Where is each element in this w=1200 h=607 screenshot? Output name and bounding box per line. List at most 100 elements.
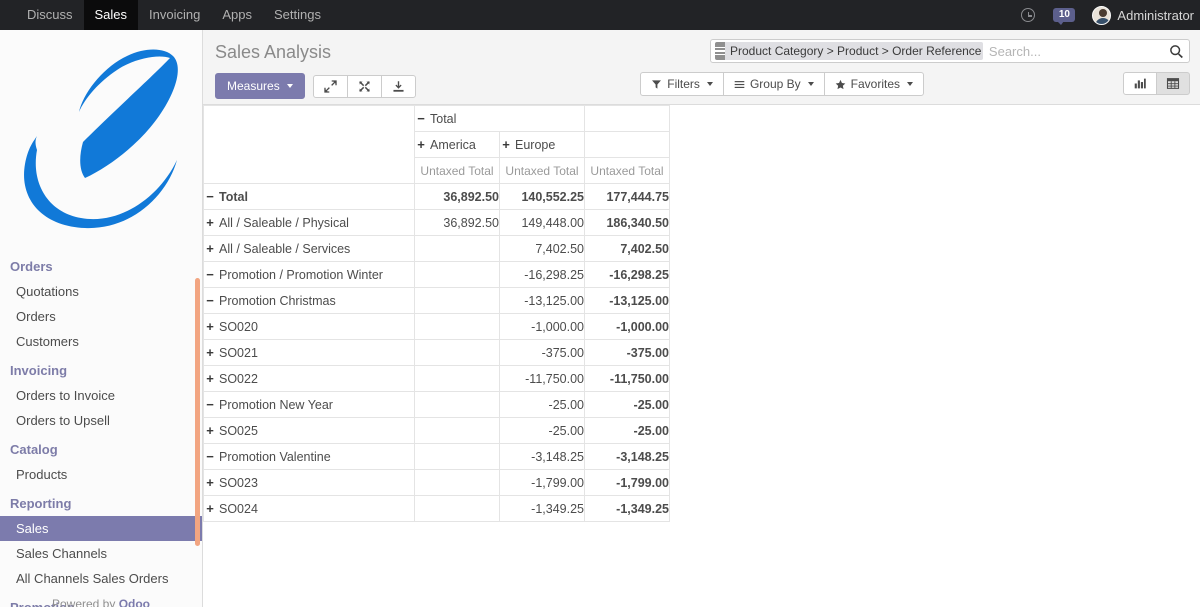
avatar xyxy=(1092,5,1112,25)
table-row[interactable]: − Promotion New Year -25.00 -25.00 xyxy=(203,391,670,418)
expand-toggle-icon[interactable]: + xyxy=(204,345,216,360)
nav-item-apps[interactable]: Apps xyxy=(211,0,263,30)
nav-item-discuss[interactable]: Discuss xyxy=(16,0,84,30)
cell-total: -375.00 xyxy=(584,339,670,366)
filters-button[interactable]: Filters xyxy=(640,72,724,96)
pivot-table: − Total + America + Europe Untaxed Total… xyxy=(203,105,670,522)
sidebar-scrollbar[interactable] xyxy=(195,278,200,546)
cell-america xyxy=(414,417,500,444)
table-row[interactable]: + SO024 -1,349.25 -1,349.25 xyxy=(203,495,670,522)
collapse-toggle-icon[interactable]: − xyxy=(204,449,216,464)
row-header[interactable]: − Promotion New Year xyxy=(203,391,415,418)
table-row[interactable]: + SO025 -25.00 -25.00 xyxy=(203,417,670,444)
sidebar-section-catalog: Catalog xyxy=(10,442,58,457)
user-menu[interactable]: Administrator xyxy=(1084,0,1200,30)
cell-europe: -1,000.00 xyxy=(499,313,585,340)
row-header[interactable]: + SO021 xyxy=(203,339,415,366)
search-bar[interactable]: Product Category > Product > Order Refer… xyxy=(710,39,1190,63)
sidebar-item-orders[interactable]: Orders xyxy=(0,304,202,329)
sidebar-item-orders-to-invoice[interactable]: Orders to Invoice xyxy=(0,383,202,408)
pivot-table-container: − Total + America + Europe Untaxed Total… xyxy=(203,105,1200,522)
nav-item-invoicing[interactable]: Invoicing xyxy=(138,0,211,30)
cell-total: -1,000.00 xyxy=(584,313,670,340)
app-logo[interactable] xyxy=(0,30,202,248)
nav-item-sales[interactable]: Sales xyxy=(83,0,139,30)
expand-toggle-icon[interactable]: + xyxy=(500,137,512,152)
favorites-button[interactable]: Favorites xyxy=(823,72,924,96)
activity-clock-button[interactable] xyxy=(1012,0,1044,30)
table-row[interactable]: + SO021 -375.00 -375.00 xyxy=(203,339,670,366)
expand-toggle-icon[interactable]: + xyxy=(204,319,216,334)
table-row[interactable]: + All / Saleable / Physical 36,892.50 149… xyxy=(203,209,670,236)
cell-total: -1,799.00 xyxy=(584,469,670,496)
cell-europe: -1,349.25 xyxy=(499,495,585,522)
row-header[interactable]: + SO020 xyxy=(203,313,415,340)
row-header[interactable]: − Total xyxy=(203,183,415,210)
collapse-toggle-icon[interactable]: − xyxy=(415,111,427,126)
table-row[interactable]: − Promotion Christmas -13,125.00 -13,125.… xyxy=(203,287,670,314)
measure-header-america: Untaxed Total xyxy=(414,157,500,184)
table-row[interactable]: + SO020 -1,000.00 -1,000.00 xyxy=(203,313,670,340)
collapse-toggle-icon[interactable]: − xyxy=(204,189,216,204)
messages-button[interactable]: 10 xyxy=(1044,0,1084,30)
pivot-toolbar: Measures xyxy=(215,73,416,99)
expand-toggle-icon[interactable]: + xyxy=(415,137,427,152)
table-row[interactable]: − Total 36,892.50 140,552.25 177,444.75 xyxy=(203,183,670,210)
expand-toggle-icon[interactable]: + xyxy=(204,475,216,490)
expand-toggle-icon[interactable]: + xyxy=(204,241,216,256)
download-xlsx-button[interactable] xyxy=(380,74,416,98)
expand-toggle-icon[interactable]: + xyxy=(204,371,216,386)
sidebar-nav-list: Orders Quotations Orders Customers Invoi… xyxy=(0,248,202,607)
expand-toggle-icon[interactable]: + xyxy=(204,501,216,516)
navbar-right-tools: 10 Administrator xyxy=(1012,0,1200,30)
row-header[interactable]: − Promotion Valentine xyxy=(203,443,415,470)
collapse-all-button[interactable] xyxy=(346,74,382,98)
table-row[interactable]: − Promotion / Promotion Winter -16,298.25… xyxy=(203,261,670,288)
cell-europe: -25.00 xyxy=(499,391,585,418)
star-icon xyxy=(835,79,845,89)
search-input[interactable] xyxy=(982,42,1167,60)
search-icon[interactable] xyxy=(1167,44,1187,59)
user-name: Administrator xyxy=(1117,7,1194,23)
row-header[interactable]: + All / Saleable / Physical xyxy=(203,209,415,236)
pivot-view-button[interactable] xyxy=(1156,72,1190,95)
expand-toggle-icon[interactable]: + xyxy=(204,423,216,438)
column-header-europe[interactable]: + Europe xyxy=(499,131,585,158)
column-group-total[interactable]: − Total xyxy=(414,105,585,132)
table-row[interactable]: + SO022 -11,750.00 -11,750.00 xyxy=(203,365,670,392)
row-header[interactable]: − Promotion / Promotion Winter xyxy=(203,261,415,288)
sidebar-item-customers[interactable]: Customers xyxy=(0,329,202,354)
cell-total: 186,340.50 xyxy=(584,209,670,236)
graph-view-button[interactable] xyxy=(1123,72,1157,95)
measures-button[interactable]: Measures xyxy=(215,73,305,99)
nav-item-settings[interactable]: Settings xyxy=(263,0,332,30)
row-header[interactable]: + SO022 xyxy=(203,365,415,392)
row-header[interactable]: − Promotion Christmas xyxy=(203,287,415,314)
search-facet[interactable]: Product Category > Product > Order Refer… xyxy=(715,42,983,60)
cell-europe: 140,552.25 xyxy=(499,183,585,210)
sidebar-item-quotations[interactable]: Quotations xyxy=(0,279,202,304)
collapse-toggle-icon[interactable]: − xyxy=(204,397,216,412)
expand-toggle-icon[interactable]: + xyxy=(204,215,216,230)
collapse-toggle-icon[interactable]: − xyxy=(204,293,216,308)
table-row[interactable]: + All / Saleable / Services 7,402.50 7,40… xyxy=(203,235,670,262)
sidebar-item-sales[interactable]: Sales xyxy=(0,516,202,541)
cell-total: -11,750.00 xyxy=(584,365,670,392)
sidebar-item-orders-to-upsell[interactable]: Orders to Upsell xyxy=(0,408,202,433)
row-header[interactable]: + SO024 xyxy=(203,495,415,522)
collapse-all-icon xyxy=(358,80,370,92)
sidebar-item-all-channels-sales-orders[interactable]: All Channels Sales Orders xyxy=(0,566,202,591)
row-header[interactable]: + SO025 xyxy=(203,417,415,444)
column-header-america[interactable]: + America xyxy=(414,131,500,158)
expand-all-button[interactable] xyxy=(312,74,348,98)
table-row[interactable]: + SO023 -1,799.00 -1,799.00 xyxy=(203,469,670,496)
group-by-button[interactable]: Group By xyxy=(722,72,825,96)
table-row[interactable]: − Promotion Valentine -3,148.25 -3,148.25 xyxy=(203,443,670,470)
sidebar-item-products[interactable]: Products xyxy=(0,462,202,487)
row-header[interactable]: + All / Saleable / Services xyxy=(203,235,415,262)
brand-name: Odoo xyxy=(118,597,151,607)
sidebar-item-sales-channels[interactable]: Sales Channels xyxy=(0,541,202,566)
row-header[interactable]: + SO023 xyxy=(203,469,415,496)
collapse-toggle-icon[interactable]: − xyxy=(204,267,216,282)
stub-corner-cell xyxy=(203,105,415,184)
